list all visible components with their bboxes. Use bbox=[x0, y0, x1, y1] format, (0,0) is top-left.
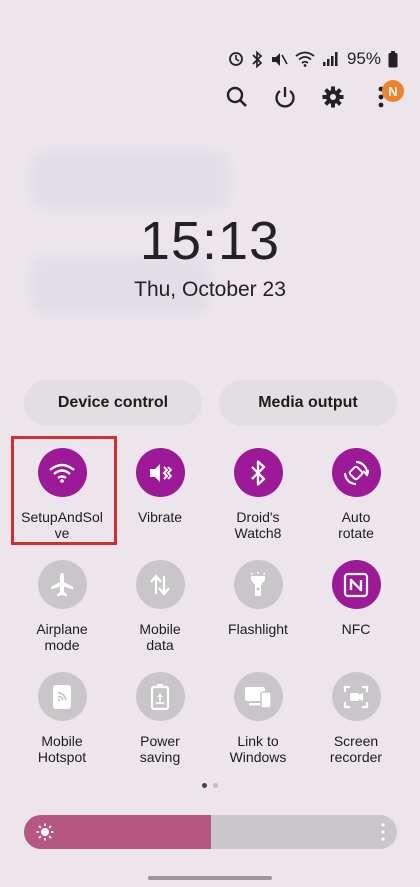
power-icon bbox=[275, 86, 295, 108]
gear-icon bbox=[322, 86, 344, 108]
battery-icon bbox=[388, 50, 398, 67]
link-windows-icon bbox=[245, 686, 272, 709]
tile-screen-recorder[interactable]: Screen recorder bbox=[307, 672, 405, 765]
tile-label: SetupAndSol ve bbox=[21, 509, 103, 541]
clock-time: 15:13 bbox=[139, 211, 281, 271]
tile-label: Mobile Hotspot bbox=[37, 733, 87, 765]
more-vertical-icon[interactable] bbox=[381, 823, 385, 841]
tile-bluetooth[interactable]: Droid's Watch8 bbox=[209, 448, 307, 541]
page-indicator bbox=[0, 783, 420, 788]
tile-flashlight[interactable]: Flashlight bbox=[209, 560, 307, 637]
tile-auto-rotate-toggle[interactable] bbox=[331, 448, 381, 497]
tile-power-saving-toggle[interactable] bbox=[135, 672, 185, 721]
tile-hotspot-toggle[interactable] bbox=[37, 672, 87, 721]
tile-label: Vibrate bbox=[137, 509, 183, 525]
blurred-background-notification bbox=[30, 150, 230, 210]
tile-airplane-mode[interactable]: Airplane mode bbox=[13, 560, 111, 653]
tile-label: Power saving bbox=[139, 733, 181, 765]
search-icon bbox=[226, 86, 247, 107]
search-button[interactable] bbox=[224, 84, 250, 110]
tile-nfc[interactable]: NFC bbox=[307, 560, 405, 637]
notification-badge: N bbox=[382, 80, 404, 102]
tile-wifi-toggle[interactable] bbox=[37, 448, 87, 497]
tile-link-windows-toggle[interactable] bbox=[233, 672, 283, 721]
tile-label: Droid's Watch8 bbox=[234, 509, 282, 541]
tile-label: Link to Windows bbox=[229, 733, 287, 765]
hotspot-icon bbox=[53, 684, 71, 709]
home-gesture-bar[interactable] bbox=[148, 876, 272, 880]
page-dot-active bbox=[202, 783, 207, 788]
tile-link-to-windows[interactable]: Link to Windows bbox=[209, 672, 307, 765]
wifi-icon bbox=[295, 51, 315, 67]
tile-label: Flashlight bbox=[228, 621, 288, 637]
tile-vibrate[interactable]: Vibrate bbox=[111, 448, 209, 525]
vibrate-icon bbox=[150, 463, 173, 482]
device-control-button[interactable]: Device control bbox=[24, 380, 202, 426]
media-output-button[interactable]: Media output bbox=[219, 380, 397, 426]
tile-mobile-data[interactable]: Mobile data bbox=[111, 560, 209, 653]
bluetooth-icon bbox=[252, 50, 263, 68]
tile-power-saving[interactable]: Power saving bbox=[111, 672, 209, 765]
tile-label: Airplane mode bbox=[36, 621, 88, 653]
screen-recorder-icon bbox=[343, 685, 369, 708]
tile-airplane-toggle[interactable] bbox=[37, 560, 87, 609]
battery-saver-icon bbox=[150, 683, 170, 710]
rotate-icon bbox=[343, 460, 369, 485]
battery-percentage: 95% bbox=[346, 49, 381, 68]
tile-mobile-data-toggle[interactable] bbox=[135, 560, 185, 609]
tile-screen-recorder-toggle[interactable] bbox=[331, 672, 381, 721]
tile-auto-rotate[interactable]: Auto rotate bbox=[307, 448, 405, 541]
brightness-slider[interactable] bbox=[24, 815, 397, 849]
tile-vibrate-toggle[interactable] bbox=[135, 448, 185, 497]
tile-label: Screen recorder bbox=[329, 733, 383, 765]
power-button[interactable] bbox=[272, 84, 298, 110]
airplane-icon bbox=[51, 572, 73, 596]
tile-label: Mobile data bbox=[139, 621, 181, 653]
sun-icon bbox=[36, 823, 54, 841]
signal-icon bbox=[322, 52, 338, 66]
tile-nfc-toggle[interactable] bbox=[331, 560, 381, 609]
data-arrows-icon bbox=[150, 573, 170, 596]
wifi-icon bbox=[49, 463, 75, 483]
tile-mobile-hotspot[interactable]: Mobile Hotspot bbox=[13, 672, 111, 765]
data-saver-icon bbox=[229, 52, 243, 66]
settings-button[interactable] bbox=[320, 84, 346, 110]
tile-label: Auto rotate bbox=[338, 509, 374, 541]
tile-flashlight-toggle[interactable] bbox=[233, 560, 283, 609]
quick-panel-actions: N bbox=[224, 80, 404, 110]
tile-bluetooth-toggle[interactable] bbox=[233, 448, 283, 497]
page-dot bbox=[213, 783, 218, 788]
bluetooth-icon bbox=[251, 459, 266, 486]
more-options-button[interactable]: N bbox=[368, 80, 404, 110]
tile-wifi[interactable]: SetupAndSol ve bbox=[13, 448, 111, 541]
flashlight-icon bbox=[250, 571, 266, 596]
clock-date: Thu, October 23 bbox=[134, 278, 286, 301]
status-bar: 95% bbox=[228, 48, 398, 70]
tile-label: NFC bbox=[341, 621, 371, 637]
mute-icon bbox=[271, 52, 288, 66]
nfc-icon bbox=[343, 572, 369, 597]
